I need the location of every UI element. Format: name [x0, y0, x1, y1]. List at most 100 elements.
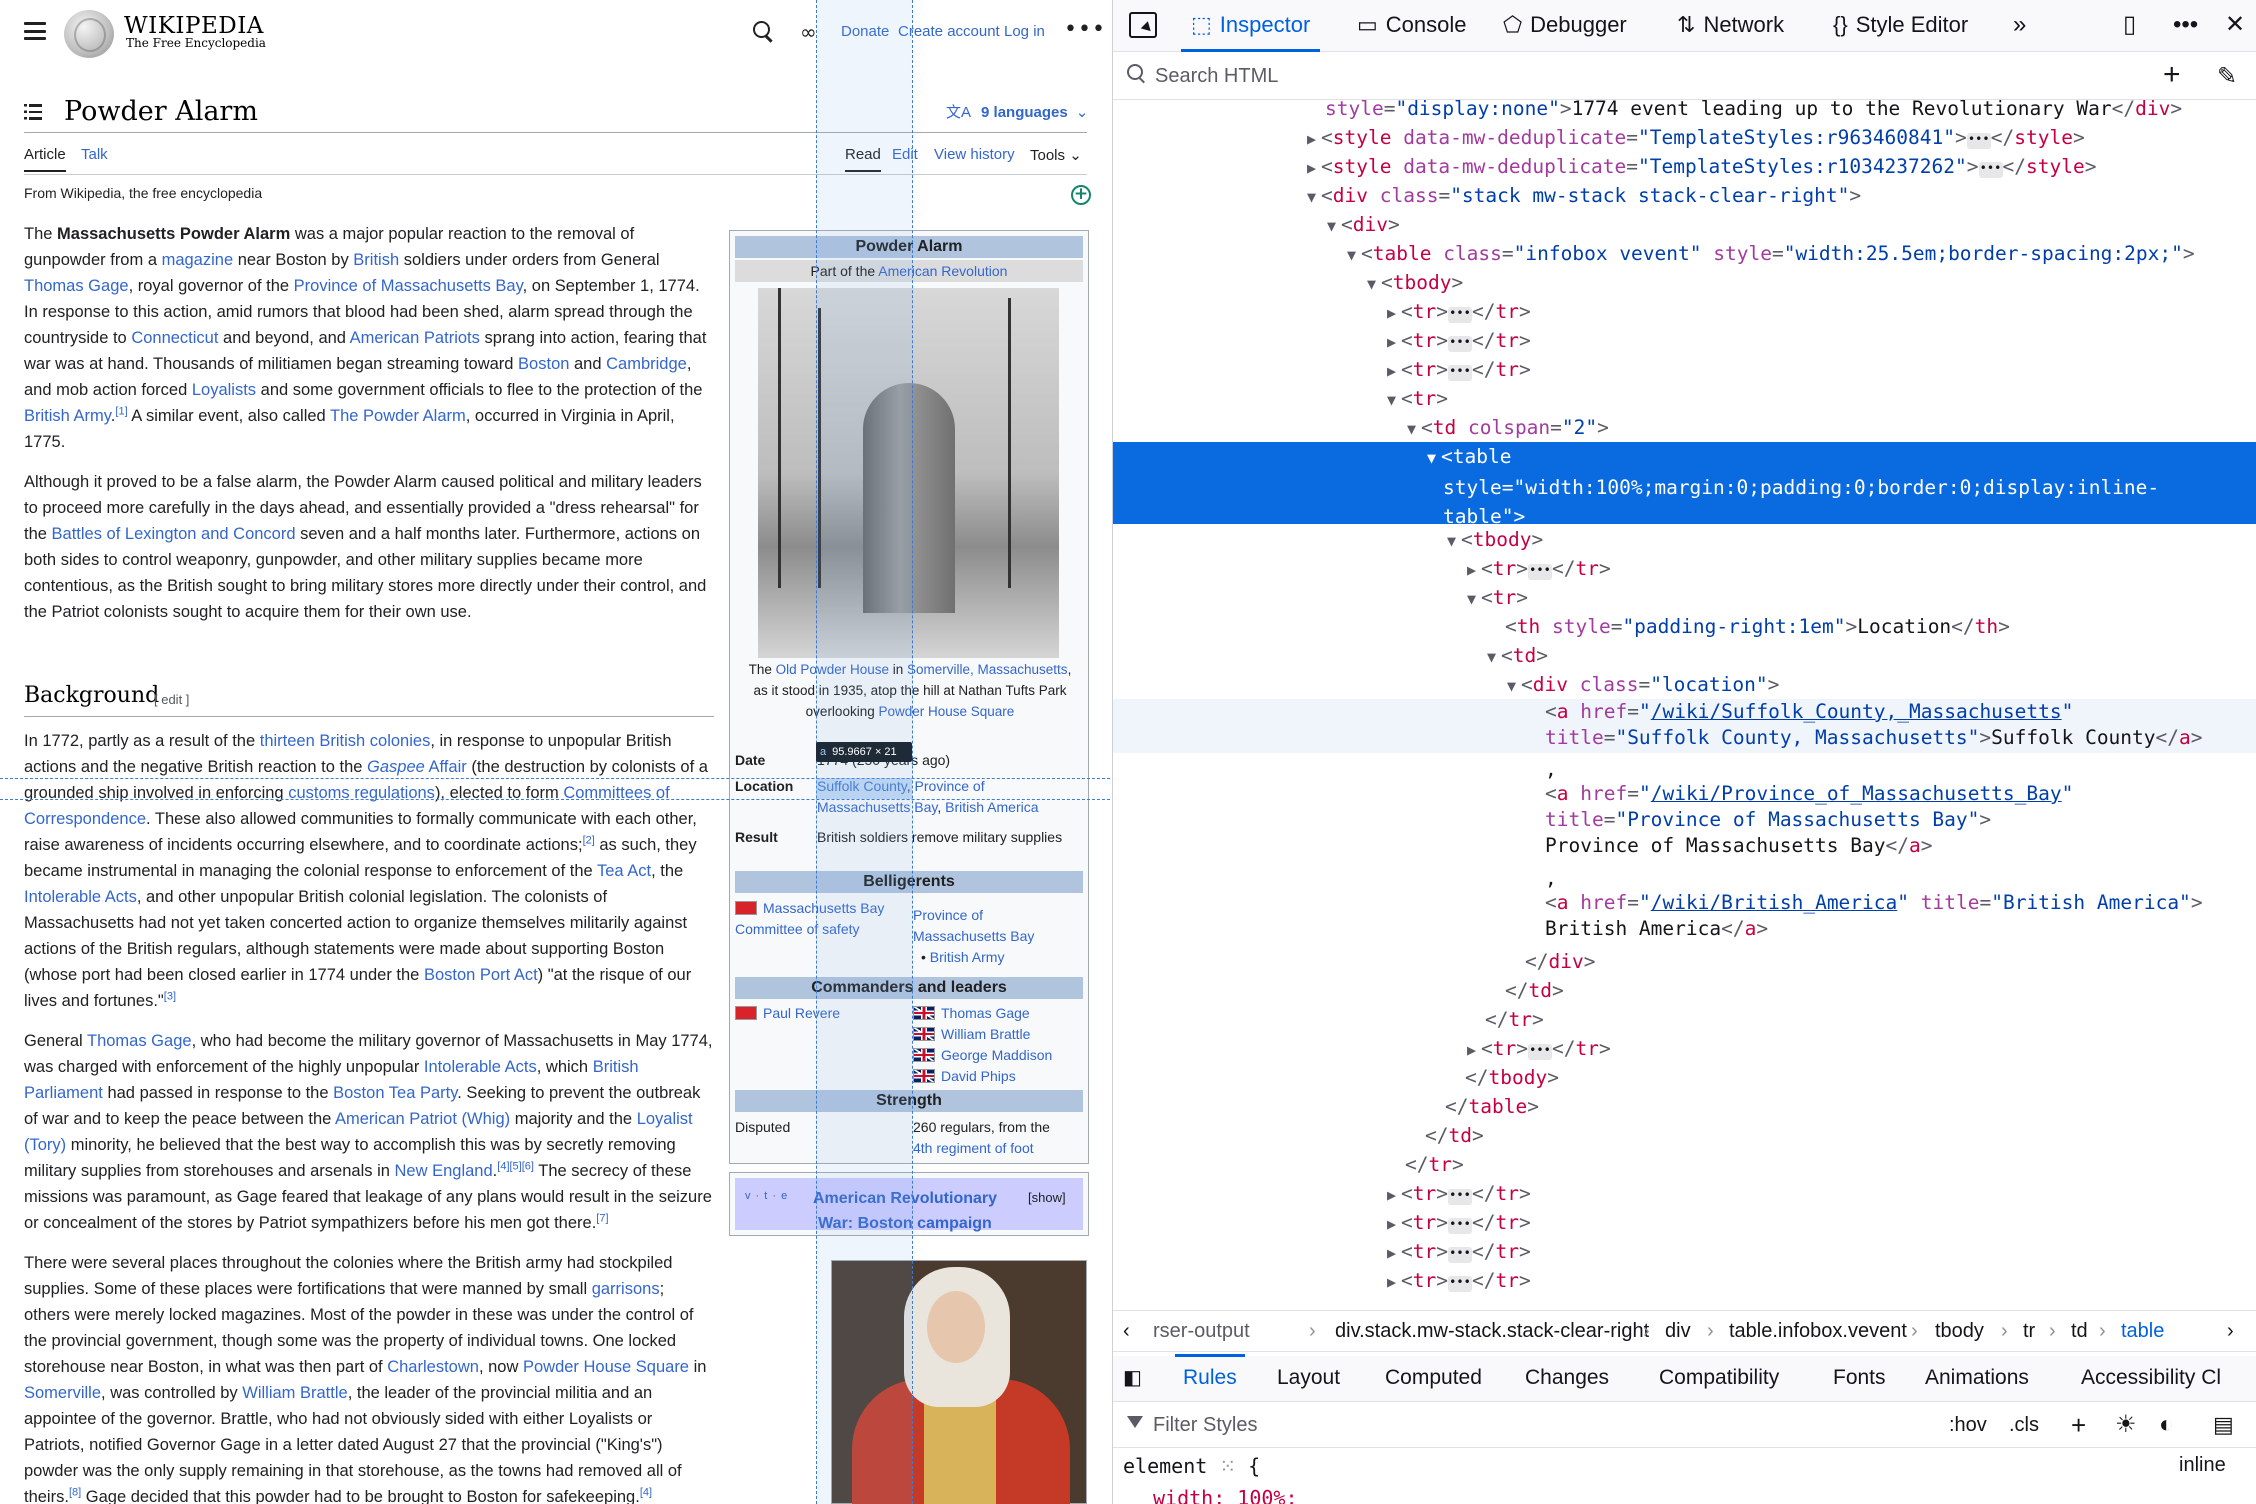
tab-accessibility[interactable]: Accessibility Cl [2081, 1356, 2221, 1400]
markup-line[interactable]: ▶ <tr>•••</tr> [1113, 554, 2256, 585]
link[interactable]: Somerville [24, 1384, 101, 1402]
css-rule-selector[interactable]: element ⁙ { [1123, 1454, 1260, 1478]
link[interactable]: Intolerable Acts [424, 1058, 537, 1076]
element-picker-icon[interactable] [1129, 12, 1157, 38]
navbox-show-button[interactable]: [show] [1028, 1190, 1066, 1205]
markup-line[interactable]: ▼ <table class="infobox vevent" style="wi… [1113, 239, 2256, 270]
link[interactable]: The Powder Alarm [330, 407, 466, 425]
markup-line[interactable]: ▼ <tr> [1113, 384, 2256, 415]
more-tabs-icon[interactable]: » [2013, 12, 2026, 38]
css-declaration[interactable]: width: 100%; [1153, 1486, 1298, 1504]
link[interactable]: Province of Massachusetts Bay [913, 907, 1034, 944]
link[interactable]: New England [395, 1162, 493, 1180]
link[interactable]: American Patriots [350, 329, 480, 347]
print-media-icon[interactable]: ▤ [2213, 1402, 2234, 1448]
options-icon[interactable]: ••• [2173, 12, 2198, 38]
markup-line[interactable]: ▶ <tr>•••</tr> [1113, 1179, 2256, 1210]
tab-talk[interactable]: Talk [81, 146, 108, 163]
link[interactable]: Cambridge [606, 355, 687, 373]
markup-line[interactable]: </tbody> [1113, 1063, 2256, 1092]
link[interactable]: Loyalists [192, 381, 256, 399]
markup-line[interactable]: <th style="padding-right:1em">Location</… [1113, 612, 2256, 641]
markup-line[interactable]: ▼ <div> [1113, 210, 2256, 241]
breadcrumb-scroll-left-icon[interactable]: ‹ [1123, 1311, 1130, 1351]
link[interactable]: Somerville, Massachusetts [907, 662, 1068, 677]
tab-article[interactable]: Article [24, 146, 66, 172]
vte-links[interactable]: v · t · e [745, 1190, 788, 1202]
link[interactable]: Connecticut [131, 329, 218, 347]
breadcrumb-item-selected[interactable]: table [2121, 1311, 2164, 1351]
link[interactable]: British Army [24, 407, 111, 425]
markup-line[interactable]: ▶ <tr>•••</tr> [1113, 1266, 2256, 1297]
link[interactable]: Thomas Gage [941, 1005, 1030, 1021]
markup-line[interactable]: </tr> [1113, 1005, 2256, 1034]
tab-changes[interactable]: Changes [1525, 1356, 1609, 1400]
link[interactable]: Tea Act [597, 862, 651, 880]
link[interactable]: George Maddison [941, 1047, 1052, 1063]
hover-state-button[interactable]: :hov [1949, 1402, 1987, 1448]
wikipedia-logo[interactable] [64, 10, 114, 58]
markup-line[interactable]: style="display:none">1774 event leading … [1113, 100, 2256, 123]
link[interactable]: Charlestown [387, 1358, 479, 1376]
link[interactable]: Powder House Square [523, 1358, 689, 1376]
tab-animations[interactable]: Animations [1925, 1356, 2029, 1400]
markup-line[interactable]: ▶ <style data-mw-deduplicate="TemplateSty… [1113, 123, 2256, 154]
markup-line[interactable]: ▼ <td> [1113, 641, 2256, 672]
markup-view[interactable]: style="display:none">1774 event leading … [1113, 100, 2256, 1310]
link[interactable]: British [353, 251, 399, 269]
link[interactable]: William Brattle [242, 1384, 347, 1402]
tab-layout[interactable]: Layout [1277, 1356, 1340, 1400]
markup-line[interactable]: , [1113, 864, 2256, 893]
languages-button[interactable]: 文A 9 languages ⌄ [946, 101, 1088, 122]
markup-line[interactable]: ▶ <tr>•••</tr> [1113, 297, 2256, 328]
markup-line[interactable]: </tr> [1113, 1150, 2256, 1179]
markup-line[interactable]: ▼ <div class="stack mw-stack stack-clear-… [1113, 181, 2256, 212]
dark-scheme-icon[interactable]: ◐ [2159, 1402, 2174, 1448]
markup-line[interactable]: ▶ <style data-mw-deduplicate="TemplateSty… [1113, 152, 2256, 183]
tab-debugger[interactable]: ⬠ Debugger [1503, 0, 1627, 50]
markup-line[interactable]: </td> [1113, 976, 2256, 1005]
add-icon[interactable]: + [1071, 185, 1091, 205]
link[interactable]: Thomas Gage [24, 277, 129, 295]
markup-line[interactable]: ▶ <tr>•••</tr> [1113, 1034, 2256, 1065]
link[interactable]: Intolerable Acts [24, 888, 137, 906]
main-menu-icon[interactable] [24, 22, 46, 40]
log-in-link[interactable]: Log in [1004, 23, 1045, 40]
dock-side-icon[interactable]: ▯ [2123, 12, 2136, 38]
markup-line[interactable]: ▶ <tr>•••</tr> [1113, 326, 2256, 357]
eyedropper-icon[interactable]: ✎ [2217, 62, 2237, 91]
markup-line[interactable]: , [1113, 755, 2256, 784]
more-options-icon[interactable]: ••• [1064, 19, 1106, 41]
link[interactable]: Thomas Gage [87, 1032, 192, 1050]
table-of-contents-icon[interactable] [24, 104, 42, 120]
link[interactable]: 4th regiment of foot [913, 1140, 1034, 1156]
link[interactable]: Battles of Lexington and Concord [52, 525, 296, 543]
tab-fonts[interactable]: Fonts [1833, 1356, 1886, 1400]
breadcrumb-item[interactable]: div.stack.mw-stack.stack-clear-right [1335, 1311, 1649, 1351]
markup-line[interactable]: </td> [1113, 1121, 2256, 1150]
markup-line[interactable]: ▼ <div class="location"> [1113, 670, 2256, 701]
breadcrumb-item[interactable]: rser-output [1153, 1311, 1250, 1351]
search-html-input[interactable] [1155, 61, 2135, 91]
toggle-sidebar-icon[interactable]: ◧ [1123, 1356, 1142, 1400]
tab-style-editor[interactable]: {} Style Editor [1833, 0, 1968, 50]
tab-view-history[interactable]: View history [934, 146, 1015, 163]
markup-line[interactable]: ▼ <td colspan="2"> [1113, 413, 2256, 444]
link[interactable]: David Phips [941, 1068, 1016, 1084]
class-toggle-button[interactable]: .cls [2009, 1402, 2039, 1448]
markup-line[interactable]: </table> [1113, 1092, 2256, 1121]
markup-line[interactable]: ▶ <tr>•••</tr> [1113, 1237, 2256, 1268]
search-icon[interactable] [752, 20, 776, 44]
link[interactable]: thirteen British colonies [260, 732, 431, 750]
markup-line-selected[interactable]: ▼ <table style="width:100%;margin:0;paddin… [1113, 442, 2256, 528]
tab-inspector[interactable]: ⬚ Inspector [1180, 0, 1321, 52]
link[interactable]: Gaspee Affair [367, 758, 467, 776]
close-icon[interactable]: ✕ [2225, 12, 2245, 38]
link[interactable]: garrisons [592, 1280, 660, 1298]
breadcrumb-item[interactable]: tr [2023, 1311, 2035, 1351]
markup-line[interactable]: </div> [1113, 947, 2256, 976]
markup-line[interactable]: ▼ <tbody> [1113, 268, 2256, 299]
add-node-icon[interactable]: + [2163, 60, 2181, 90]
markup-line[interactable]: ▼ <tr> [1113, 583, 2256, 614]
link[interactable]: Province of Massachusetts Bay [294, 277, 523, 295]
